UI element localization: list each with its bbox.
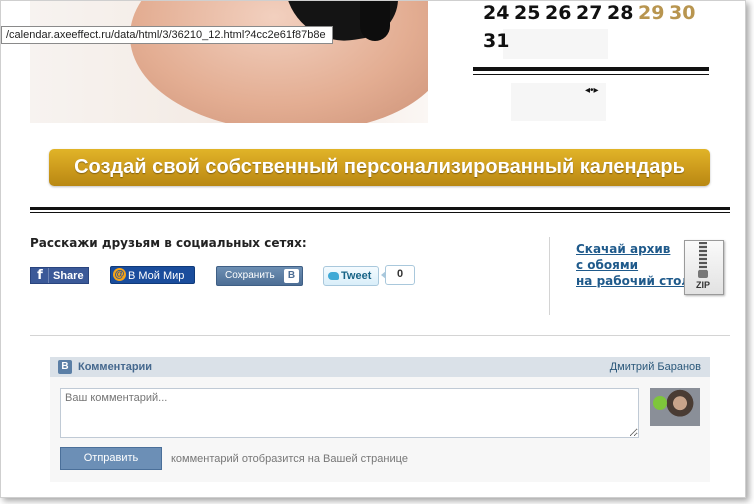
calendar-cell-bg [503,29,608,59]
status-url-tooltip: /calendar.axeeffect.ru/data/html/3/36210… [1,26,333,44]
vk-save-button[interactable]: Сохранить B [216,266,303,286]
vertical-divider [549,237,550,315]
vk-save-label: Сохранить [225,270,275,281]
calendar-divider-thin [473,74,709,75]
download-wallpaper-link[interactable]: Скачай архив с обоями на рабочий стол [576,241,690,289]
comments-user-link[interactable]: Дмитрий Баранов [610,361,701,373]
calendar-day: 28 [607,2,634,24]
calendar-day: 31 [483,30,510,52]
vk-logo-icon: B [58,360,72,374]
facebook-icon: f [32,268,49,283]
calendar-week-row: 31 [483,30,514,52]
section-divider [30,207,730,210]
calendar-nav-icon[interactable]: ◂•▸ [585,85,599,96]
section-divider-light [30,335,730,336]
calendar-day: 24 [483,2,510,24]
zipper-icon [699,242,707,272]
zipper-pull-icon [698,270,708,278]
download-link-line: Скачай архив [576,242,671,256]
send-comment-note: комментарий отобразится на Вашей страниц… [171,453,408,465]
calendar-photo [30,1,428,123]
comments-title: Комментарии [78,361,153,373]
vk-icon: B [284,269,299,283]
zip-label: ZIP [695,280,710,290]
avatar[interactable] [650,388,700,426]
calendar-day: 25 [514,2,541,24]
moi-mir-label: В Мой Мир [128,270,185,282]
download-link-line: на рабочий стол [576,274,691,288]
facebook-share-button[interactable]: f Share [30,267,89,284]
avatar-photo-detail [653,396,667,410]
send-comment-button[interactable]: Отправить [60,447,162,470]
facebook-share-label: Share [53,270,84,282]
calendar-day: 27 [576,2,603,24]
calendar-day-weekend: 29 [638,2,665,24]
mail-at-icon: @ [113,268,126,281]
comment-input[interactable] [60,388,639,438]
vk-comments-widget: B Комментарии Дмитрий Баранов Отправить … [50,357,710,482]
download-link-line: с обоями [576,258,639,272]
comments-header: B Комментарии Дмитрий Баранов [50,357,710,377]
section-divider-thin [30,212,730,213]
tweet-count: 0 [381,265,415,285]
calendar-week-row: 24 25 26 27 28 29 30 [483,2,700,24]
social-share-heading: Расскажи друзьям в социальных сетях: [30,236,307,250]
calendar-divider-thick [473,67,709,71]
browser-frame: /calendar.axeeffect.ru/data/html/3/36210… [0,0,746,498]
tweet-label: Tweet [341,270,372,282]
moi-mir-share-button[interactable]: @ В Мой Мир [110,266,195,284]
tweet-button[interactable]: Tweet [323,266,379,286]
twitter-bird-icon [328,272,339,281]
photo-garment-detail [360,1,390,41]
calendar-grid: 24 25 26 27 28 29 30 31 ◂•▸ [473,1,709,123]
calendar-day: 26 [545,2,572,24]
create-calendar-button[interactable]: Создай свой собственный персонализирован… [49,149,710,186]
zip-archive-icon[interactable]: ZIP [684,240,724,295]
calendar-day-weekend: 30 [669,2,696,24]
